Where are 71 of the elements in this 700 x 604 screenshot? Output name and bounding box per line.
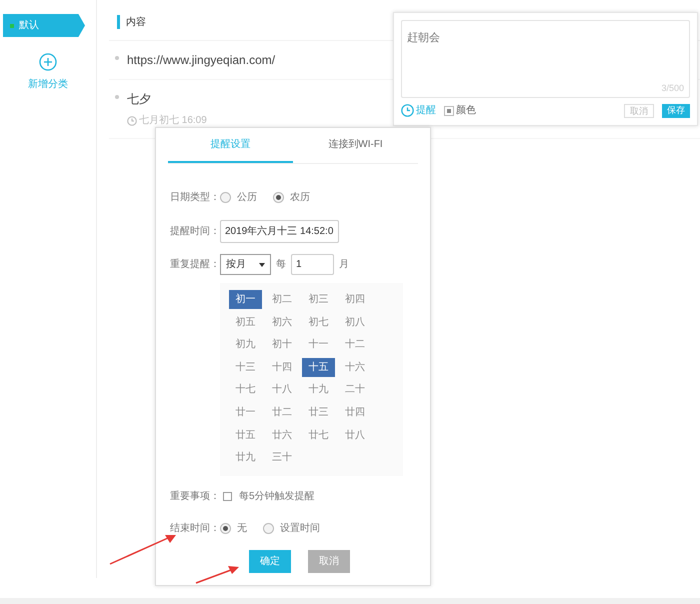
note-time: 七月初七 16:09 <box>139 114 207 128</box>
field-label: 每 <box>276 258 286 272</box>
day-option[interactable]: 十五 <box>302 358 335 377</box>
field-label: 日期类型： <box>170 190 220 204</box>
field-label: 重要事项： <box>170 490 220 504</box>
day-option[interactable]: 初七 <box>302 312 335 332</box>
radio-button[interactable] <box>263 523 274 534</box>
count-input[interactable]: 1 <box>291 254 334 275</box>
clock-icon <box>401 104 414 117</box>
settings-tab[interactable]: 提醒设置 <box>168 128 293 163</box>
day-option[interactable]: 初二 <box>266 290 298 309</box>
confirm-button[interactable]: 确定 <box>249 550 291 573</box>
day-option[interactable]: 二十 <box>338 380 372 400</box>
day-option[interactable]: 廿八 <box>338 426 372 445</box>
datetime-input[interactable]: 2019年六月十三 14:52:0 <box>220 220 339 243</box>
sidebar-item[interactable]: 默认 <box>3 14 85 37</box>
radio-button[interactable] <box>220 192 231 202</box>
option-label: 无 <box>237 522 247 536</box>
day-option[interactable]: 初六 <box>266 312 298 332</box>
day-option[interactable]: 初四 <box>338 290 372 309</box>
day-option[interactable]: 十七 <box>229 380 262 400</box>
save-button[interactable]: 保存 <box>662 104 690 118</box>
repeat-select[interactable]: 按月 <box>220 254 271 275</box>
day-option[interactable]: 初十 <box>266 335 298 354</box>
day-option[interactable]: 十八 <box>266 380 298 400</box>
reminder-button[interactable]: 提醒 <box>401 103 436 118</box>
day-option[interactable]: 廿六 <box>266 426 298 445</box>
day-option[interactable]: 廿五 <box>229 426 262 445</box>
section-header: 内容 <box>126 16 146 30</box>
day-option[interactable]: 廿四 <box>338 402 372 422</box>
day-option[interactable]: 十四 <box>266 358 298 377</box>
field-label: 重复提醒： <box>170 258 220 272</box>
day-option[interactable]: 十三 <box>229 358 262 377</box>
day-option[interactable]: 十六 <box>338 358 372 377</box>
option-label: 每5分钟触发提醒 <box>239 490 315 504</box>
annotation-arrow <box>195 564 241 584</box>
dropdown-caret-icon <box>259 262 265 266</box>
day-option[interactable]: 初八 <box>338 312 372 332</box>
note-text: 七夕 <box>127 91 152 108</box>
settings-tab[interactable]: 连接到WI-FI <box>293 128 418 163</box>
cancel-button[interactable]: 取消 <box>624 104 654 118</box>
plus-circle-icon <box>39 53 57 71</box>
clock-icon <box>127 116 137 126</box>
field-label: 结束时间： <box>170 522 220 536</box>
color-button[interactable]: 颜色 <box>444 103 476 118</box>
note-text: https://www.jingyeqian.com/ <box>127 52 276 69</box>
option-label: 设置时间 <box>280 522 320 536</box>
day-option[interactable]: 廿一 <box>229 402 262 422</box>
radio-button[interactable] <box>273 192 284 202</box>
option-label: 农历 <box>290 190 310 204</box>
checkbox[interactable] <box>223 492 232 501</box>
day-option[interactable]: 廿九 <box>229 448 262 468</box>
day-option[interactable]: 初五 <box>229 312 262 332</box>
option-label: 公历 <box>237 190 257 204</box>
field-label: 提醒时间： <box>170 224 220 239</box>
day-option[interactable]: 廿二 <box>266 402 298 422</box>
day-option[interactable]: 初九 <box>229 335 262 354</box>
annotation-arrow <box>108 534 178 566</box>
day-option[interactable]: 廿三 <box>302 402 335 422</box>
day-option[interactable]: 十二 <box>338 335 372 354</box>
day-option[interactable]: 三十 <box>266 448 298 468</box>
day-option[interactable]: 初三 <box>302 290 335 309</box>
add-category-button[interactable]: 新增分类 <box>28 53 68 92</box>
day-option[interactable]: 十九 <box>302 380 335 400</box>
radio-button[interactable] <box>220 523 231 534</box>
day-option[interactable]: 廿七 <box>302 426 335 445</box>
day-option[interactable]: 十一 <box>302 335 335 354</box>
color-swatch-icon <box>444 106 454 116</box>
field-label: 月 <box>339 258 349 272</box>
day-option[interactable]: 初一 <box>229 290 262 309</box>
cancel-button[interactable]: 取消 <box>308 550 350 573</box>
